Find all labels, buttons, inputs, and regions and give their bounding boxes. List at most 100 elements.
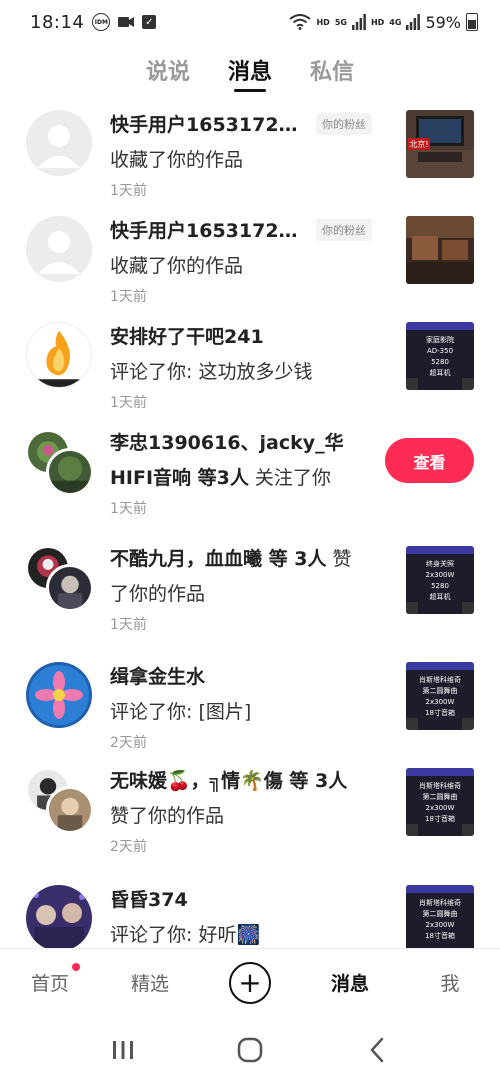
tab-private-messages[interactable]: 私信 [310,48,354,92]
fan-badge: 你的粉丝 [316,218,372,241]
flame-avatar-icon[interactable] [26,322,92,388]
notification-body: 无味媛🍒，╗情🌴傷 等 3人赞了你的作品 2天前 [110,764,380,856]
home-icon[interactable] [230,1030,270,1070]
time-text: 1天前 [110,395,147,411]
notification-body: 昏昏374 评论了你: 好听🎆 [110,885,380,947]
plus-icon[interactable]: + [229,961,271,1004]
action-text: 不酷九月，血血曦 等 3人 赞了你的作品 [110,542,358,612]
notification-item[interactable]: 安排好了干吧241 评论了你: 这功放多少钱 1天前 家庭影院 AD-350 528… [0,322,500,418]
count-suffix: 等 3人 [282,770,348,792]
user-names[interactable]: 不酷九月，血血曦 [110,548,262,570]
status-bar: 18:14 IDM ✓ HD 5G HD 4G 59% [0,0,500,44]
action-text: 收藏了你的作品 [110,255,244,277]
post-thumbnail[interactable]: 肖斯塔科维奇 第二圆舞曲 2x300W 18寸音箱 [406,885,474,948]
post-thumbnail[interactable]: 终身关照 2x300W 5280 超耳机 [406,546,474,614]
notification-dot [72,963,80,971]
thumb-line: 终身关照 [426,559,454,568]
status-left: 18:14 IDM ✓ [30,11,157,33]
hd-label-2: HD [370,17,385,27]
flower-avatar-icon[interactable] [26,662,92,728]
idm-icon: IDM [92,13,111,31]
group-avatar[interactable] [24,430,96,500]
thumb-line: 肖斯塔科维奇 [419,675,461,684]
system-nav [0,1016,500,1083]
status-time: 18:14 [30,11,85,33]
notification-item[interactable]: 无味媛🍒，╗情🌴傷 等 3人 赞了你的作品 2天前 肖斯塔科维奇 第二圆舞曲 2x30… [0,768,500,878]
notification-list: 快手用户16531723... 你的粉丝 收藏了你的作品 1天前 北京! 快手用… [0,100,500,948]
back-icon[interactable] [357,1030,397,1070]
nav-home[interactable]: 首页 [0,963,100,996]
battery-icon [466,13,478,31]
check-icon: ✓ [142,15,157,29]
signal-4g-icon [406,14,421,30]
notification-item[interactable]: 快手用户16531723... 你的粉丝 收藏了你的作品 1天前 北京! [0,110,500,206]
notification-item[interactable]: 缉拿金生水 评论了你: [图片] 2天前 肖斯塔科维奇 第二圆舞曲 2x300W 18… [0,662,500,758]
thumb-line: 18寸音箱 [425,931,455,940]
notification-item[interactable]: 昏昏374 评论了你: 好听🎆 肖斯塔科维奇 第二圆舞曲 2x300W 18寸音箱 [0,885,500,948]
notification-body: 不酷九月，血血曦 等 3人 赞了你的作品 1天前 [110,542,380,634]
notification-item[interactable]: 不酷九月，血血曦 等 3人 赞了你的作品 1天前 终身关照 2x300W 5280 超… [0,546,500,656]
thumb-line: 第二圆舞曲 [423,909,458,918]
thumb-line: 5280 [431,358,449,366]
tab-messages[interactable]: 消息 [228,48,272,92]
user-name[interactable]: 快手用户16531723... [110,216,308,243]
nav-create[interactable]: + [200,961,300,1004]
avatar [46,786,94,834]
name-row: 快手用户16531723... 你的粉丝 [110,216,380,243]
post-thumbnail[interactable]: 肖斯塔科维奇 第二圆舞曲 2x300W 18寸音箱 [406,662,474,730]
thumb-line: 2x300W [426,698,455,706]
notification-body: 安排好了干吧241 评论了你: 这功放多少钱 1天前 [110,322,380,412]
nav-featured[interactable]: 精选 [100,969,200,996]
user-names[interactable]: 无味媛🍒，╗情🌴傷 [110,770,283,792]
notification-item[interactable]: 快手用户16531723... 你的粉丝 收藏了你的作品 1天前 [0,216,500,312]
thumb-line: 18寸音箱 [425,708,455,717]
post-thumbnail[interactable] [406,216,474,284]
time-text: 1天前 [110,617,147,633]
thumb-caption: 北京! [409,139,428,149]
avatar [46,564,94,612]
user-name[interactable]: 快手用户16531723... [110,110,308,137]
recent-apps-icon[interactable] [103,1030,143,1070]
user-name[interactable]: 安排好了干吧241 [110,322,264,349]
time-text: 2天前 [110,735,147,751]
name-row: 快手用户16531723... 你的粉丝 [110,110,380,137]
thumb-line: 肖斯塔科维奇 [419,781,461,790]
default-avatar-icon[interactable] [26,216,92,282]
name-row: 缉拿金生水 [110,662,380,689]
action-verb: 赞了你的作品 [110,805,225,827]
time-text: 2天前 [110,839,147,855]
thumb-line: 第二圆舞曲 [423,686,458,695]
action-verb: 关注了你 [248,467,331,489]
thumb-line: 肖斯塔科维奇 [419,898,461,907]
battery-percent: 59% [425,12,461,32]
nav-messages[interactable]: 消息 [300,969,400,996]
count-suffix: 等3人 [191,467,249,489]
user-name[interactable]: 缉拿金生水 [110,662,205,689]
user-name[interactable]: 昏昏374 [110,885,188,912]
thumb-line: 2x300W [426,804,455,812]
group-avatar[interactable] [24,546,96,616]
notification-body: 快手用户16531723... 你的粉丝 收藏了你的作品 1天前 [110,110,380,200]
nav-me[interactable]: 我 [400,969,500,996]
action-text: 无味媛🍒，╗情🌴傷 等 3人赞了你的作品 [110,764,358,834]
group-avatar[interactable] [24,768,96,838]
default-avatar-icon[interactable] [26,110,92,176]
bottom-nav: 首页 精选 + 消息 我 [0,948,500,1016]
action-text: 评论了你: [图片] [110,701,252,723]
post-thumbnail[interactable]: 家庭影院 AD-350 5280 超耳机 [406,322,474,390]
thumb-line: 2x300W [426,571,455,579]
notification-body: 快手用户16531723... 你的粉丝 收藏了你的作品 1天前 [110,216,380,306]
post-thumbnail[interactable]: 肖斯塔科维奇 第二圆舞曲 2x300W 18寸音箱 [406,768,474,836]
view-button[interactable]: 查看 [385,438,474,483]
post-thumbnail[interactable]: 北京! [406,110,474,178]
video-icon [118,15,135,29]
tab-shuoshuo[interactable]: 说说 [146,48,190,92]
thumb-line: 超耳机 [430,368,451,377]
thumb-line: 超耳机 [430,592,451,601]
status-right: HD 5G HD 4G 59% [289,13,478,32]
thumb-line: 18寸音箱 [425,814,455,823]
thumb-line: 5280 [431,582,449,590]
name-row: 昏昏374 [110,885,380,912]
count-suffix: 等 3人 [262,548,327,570]
photo-avatar-icon[interactable] [26,885,92,948]
